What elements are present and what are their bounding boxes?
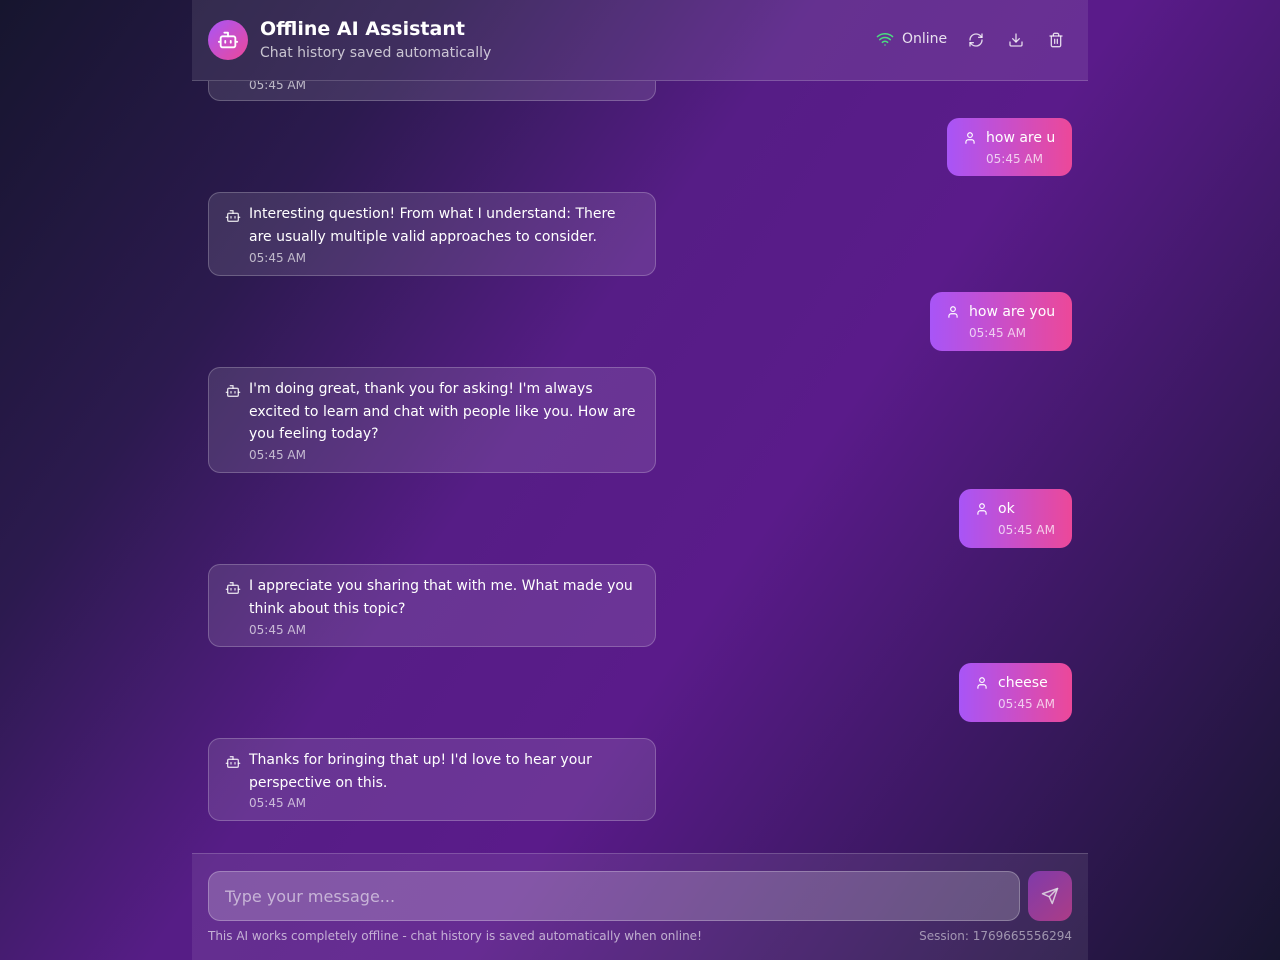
refresh-button[interactable] [964,28,988,52]
message-list[interactable]: 05:45 AM how are u 05:45 AM Interesting … [192,81,1088,853]
user-message: how are u 05:45 AM [947,118,1072,176]
session-id: Session: 1769665556294 [919,929,1072,943]
user-icon [948,306,958,318]
bot-icon [217,31,239,49]
message-text: how are u [986,130,1056,146]
clear-chat-button[interactable] [1044,28,1068,52]
user-icon [977,503,987,515]
message-time: 05:45 AM [986,152,1043,166]
message-time: 05:45 AM [998,523,1055,537]
status-label: Online [902,31,948,47]
message-text: I'm doing great, thank you for asking! I… [249,381,636,442]
message-input[interactable] [208,871,1020,921]
message-text: cheese [998,675,1048,691]
user-icon [965,132,975,144]
refresh-icon [969,33,983,47]
message-text: Thanks for bringing that up! I'd love to… [249,752,592,791]
send-icon [1041,887,1059,905]
message-text: how are you [969,304,1056,320]
wifi-icon [876,33,894,46]
bot-message: Thanks for bringing that up! I'd love to… [208,738,656,821]
message-time: 05:45 AM [249,448,306,462]
download-button[interactable] [1004,28,1028,52]
bot-icon [225,582,241,594]
user-message: ok 05:45 AM [959,489,1072,548]
chat-header: Offline AI Assistant Chat history saved … [192,0,1088,81]
page-subtitle: Chat history saved automatically [260,45,492,61]
trash-icon [1049,32,1063,48]
chat-app: Offline AI Assistant Chat history saved … [192,0,1088,960]
offline-note: This AI works completely offline - chat … [208,929,702,943]
bot-icon [225,756,241,768]
user-message: how are you 05:45 AM [930,292,1072,351]
message-time: 05:45 AM [998,697,1055,711]
message-text: I appreciate you sharing that with me. W… [249,578,633,617]
bot-message: I'm doing great, thank you for asking! I… [208,367,656,473]
bot-icon [225,210,241,222]
bot-message: Interesting question! From what I unders… [208,192,656,276]
composer-area: This AI works completely offline - chat … [192,853,1088,960]
bot-icon [225,385,241,397]
message-time: 05:45 AM [249,623,306,637]
message-time: 05:45 AM [249,796,306,810]
user-icon [977,677,987,689]
user-message: cheese 05:45 AM [959,663,1072,722]
connection-status: Online [876,30,947,48]
bot-message: I appreciate you sharing that with me. W… [208,564,656,647]
page-title: Offline AI Assistant [260,18,465,40]
message-time: 05:45 AM [249,81,306,92]
download-icon [1009,33,1023,47]
message-time: 05:45 AM [249,251,306,265]
message-text: Interesting question! From what I unders… [249,206,616,245]
message-time: 05:45 AM [969,326,1026,340]
bot-message: 05:45 AM [208,81,656,101]
send-button[interactable] [1028,871,1072,921]
bot-logo [208,20,248,60]
message-text: ok [998,501,1015,517]
